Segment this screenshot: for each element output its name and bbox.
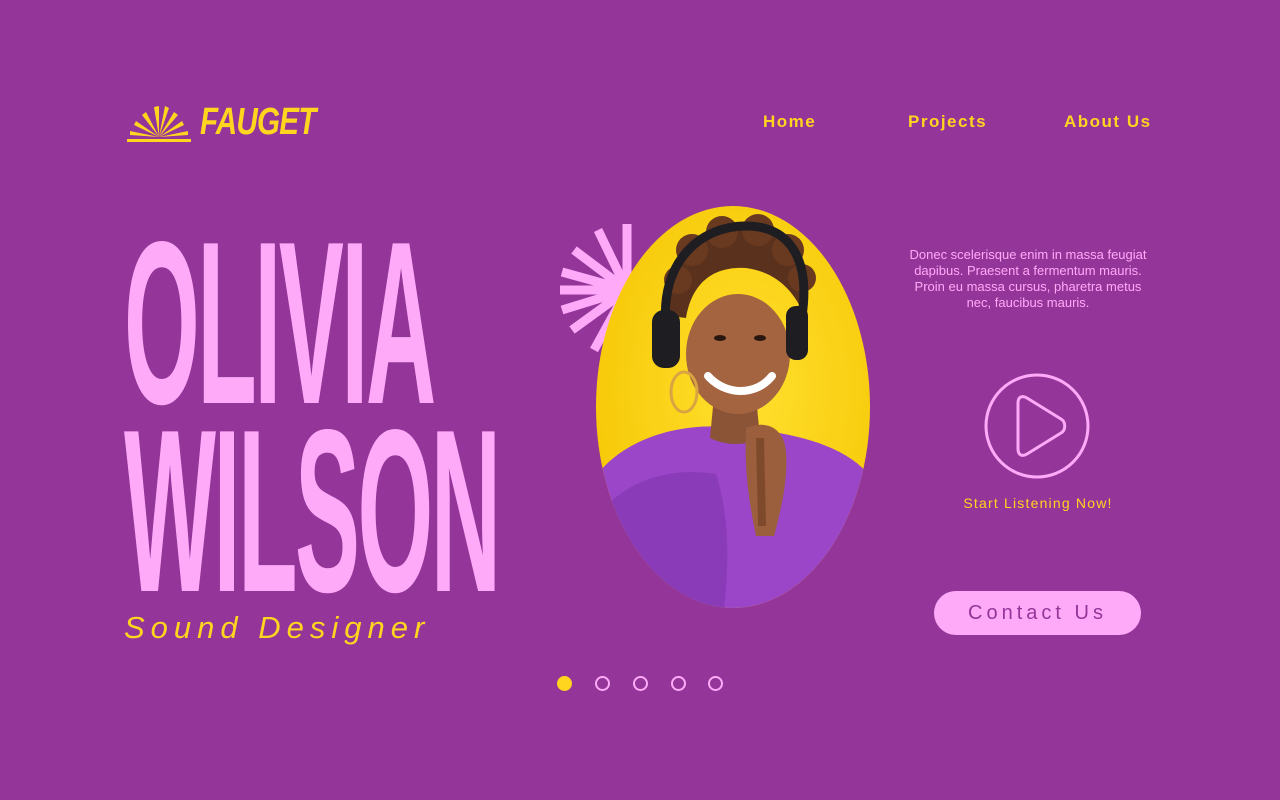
hero-name: OLIVIA WILSON — [124, 194, 594, 641]
nav-item-projects[interactable]: Projects — [908, 112, 987, 132]
nav-item-about-us[interactable]: About Us — [1064, 112, 1152, 132]
hero-last-name: WILSON — [124, 382, 501, 641]
carousel-dot-5[interactable] — [708, 676, 723, 691]
carousel-dot-2[interactable] — [595, 676, 610, 691]
main-nav: Home Projects About Us — [0, 112, 1280, 134]
bio-paragraph: Donec scelerisque enim in massa feugiat … — [909, 247, 1147, 310]
carousel-dot-4[interactable] — [671, 676, 686, 691]
role-subtitle: Sound Designer — [124, 610, 431, 645]
carousel-dot-3[interactable] — [633, 676, 648, 691]
portrait-image — [596, 206, 870, 608]
play-icon[interactable] — [984, 373, 1090, 479]
hero-first-name: OLIVIA — [124, 194, 436, 453]
carousel-dot-1[interactable] — [557, 676, 572, 691]
start-listening-link[interactable]: Start Listening Now! — [958, 494, 1118, 513]
nav-item-home[interactable]: Home — [763, 112, 816, 132]
contact-us-button[interactable]: Contact Us — [934, 591, 1141, 635]
